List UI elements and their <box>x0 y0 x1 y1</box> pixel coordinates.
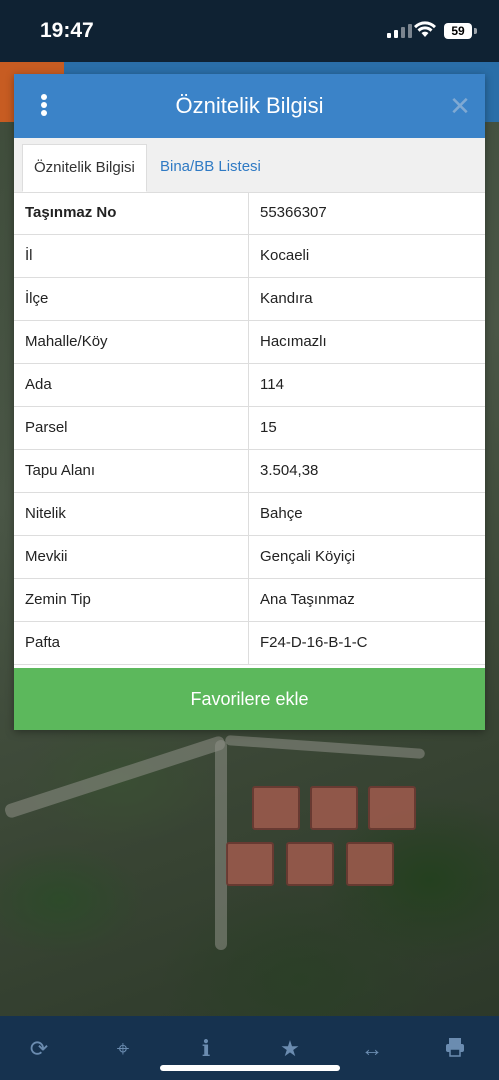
dialog-tabs: Öznitelik Bilgisi Bina/BB Listesi <box>14 138 485 193</box>
attribute-key: Taşınmaz No <box>14 192 249 234</box>
attribute-value: Hacımazlı <box>260 333 327 350</box>
close-icon[interactable]: ✕ <box>446 90 474 122</box>
attribute-value: Kocaeli <box>260 247 310 264</box>
attribute-table: Taşınmaz No 55366307 İl Kocaeli İlçe Kan… <box>14 192 485 665</box>
map-building <box>286 842 334 886</box>
table-row: İlçe Kandıra <box>14 278 485 321</box>
status-time: 19:47 <box>40 19 94 42</box>
print-icon[interactable] <box>442 1036 468 1062</box>
attribute-value: Gençali Köyiçi <box>260 548 356 565</box>
table-row: Nitelik Bahçe <box>14 493 485 536</box>
table-row: Ada 114 <box>14 364 485 407</box>
attribute-key: Nitelik <box>14 493 249 535</box>
table-row: Parsel 15 <box>14 407 485 450</box>
measure-icon[interactable]: ↔ <box>359 1036 385 1062</box>
attribute-key: Ada <box>14 364 249 406</box>
attribute-value: Ana Taşınmaz <box>260 591 355 608</box>
attribute-value: F24-D-16-B-1-C <box>260 634 368 651</box>
battery-icon: 59 <box>444 23 472 39</box>
attribute-key: Zemin Tip <box>14 579 249 621</box>
tab-building-list[interactable]: Bina/BB Listesi <box>149 144 272 192</box>
attribute-key: Mahalle/Köy <box>14 321 249 363</box>
attribute-value: 15 <box>260 419 277 436</box>
map-building <box>368 786 416 830</box>
attribute-value: 55366307 <box>260 204 327 221</box>
star-icon[interactable]: ★ <box>277 1036 303 1062</box>
table-row: İl Kocaeli <box>14 235 485 278</box>
attribute-key: Pafta <box>14 622 249 664</box>
attribute-value: Kandıra <box>260 290 313 307</box>
table-row: Zemin Tip Ana Taşınmaz <box>14 579 485 622</box>
home-indicator <box>160 1065 340 1071</box>
attribute-key: İl <box>14 235 249 277</box>
map-building <box>226 842 274 886</box>
add-favorite-button[interactable]: Favorilere ekle <box>14 668 485 730</box>
attribute-key: Mevkii <box>14 536 249 578</box>
table-row: Mevkii Gençali Köyiçi <box>14 536 485 579</box>
dialog-title: Öznitelik Bilgisi <box>175 93 324 118</box>
tab-attribute-info[interactable]: Öznitelik Bilgisi <box>22 144 147 192</box>
map-building <box>346 842 394 886</box>
signal-icon <box>387 24 412 38</box>
attribute-value: 3.504,38 <box>260 462 319 479</box>
locate-icon[interactable]: ⌖ <box>110 1036 136 1062</box>
table-row: Pafta F24-D-16-B-1-C <box>14 622 485 665</box>
battery-cap <box>474 28 477 34</box>
table-row: Mahalle/Köy Hacımazlı <box>14 321 485 364</box>
wifi-icon <box>414 21 436 37</box>
attribute-dialog: Öznitelik Bilgisi ✕ Öznitelik Bilgisi Bi… <box>14 74 485 730</box>
attribute-key: Parsel <box>14 407 249 449</box>
attribute-value: Bahçe <box>260 505 303 522</box>
table-row: Tapu Alanı 3.504,38 <box>14 450 485 493</box>
map-building <box>252 786 300 830</box>
dialog-header: Öznitelik Bilgisi ✕ <box>14 74 485 138</box>
map-building <box>310 786 358 830</box>
info-icon[interactable]: i <box>193 1036 219 1062</box>
attribute-key: İlçe <box>14 278 249 320</box>
table-row: Taşınmaz No 55366307 <box>14 192 485 235</box>
status-bar: 19:47 59 <box>0 0 499 62</box>
refresh-icon[interactable]: ⟳ <box>26 1036 52 1062</box>
attribute-key: Tapu Alanı <box>14 450 249 492</box>
attribute-value: 114 <box>260 376 284 393</box>
